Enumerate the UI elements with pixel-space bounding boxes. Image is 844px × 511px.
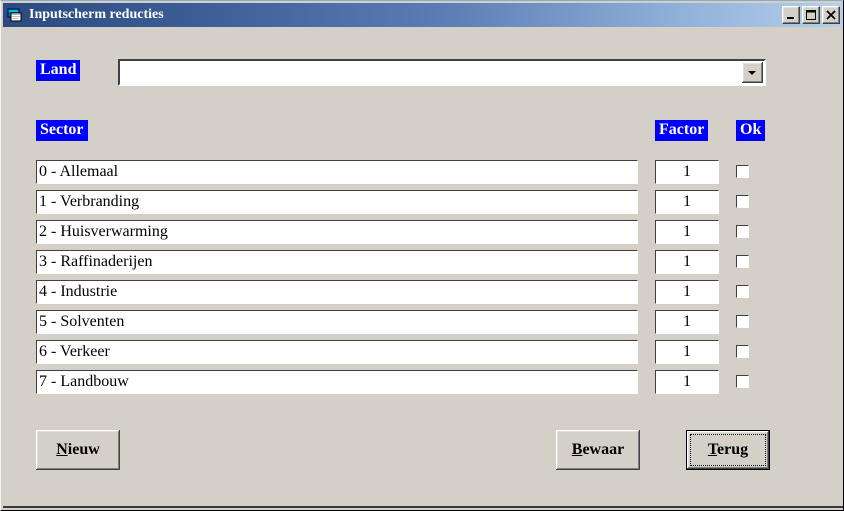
sector-input[interactable]: 6 - Verkeer — [36, 340, 638, 364]
table-row: 4 - Industrie 1 — [3, 280, 843, 304]
bewaar-button[interactable]: Bewaar — [556, 430, 640, 470]
ok-checkbox[interactable] — [736, 195, 749, 208]
minimize-button[interactable] — [782, 6, 800, 24]
factor-input[interactable]: 1 — [655, 160, 719, 184]
land-label: Land — [36, 60, 81, 81]
terug-button[interactable]: Terug — [686, 430, 770, 470]
nieuw-button[interactable]: Nieuw — [36, 430, 120, 470]
form-window-icon — [7, 8, 23, 23]
sector-input[interactable]: 2 - Huisverwarming — [36, 220, 638, 244]
ok-checkbox[interactable] — [736, 345, 749, 358]
bewaar-button-label: Bewaar — [571, 441, 625, 458]
table-row: 2 - Huisverwarming 1 — [3, 220, 843, 244]
sector-input[interactable]: 1 - Verbranding — [36, 190, 638, 214]
factor-input[interactable]: 1 — [655, 190, 719, 214]
maximize-icon — [806, 10, 816, 20]
application-window: Inputscherm reducties Land Sector Factor… — [0, 0, 844, 511]
factor-input[interactable]: 1 — [655, 220, 719, 244]
factor-input[interactable]: 1 — [655, 370, 719, 394]
factor-input[interactable]: 1 — [655, 310, 719, 334]
ok-checkbox[interactable] — [736, 375, 749, 388]
maximize-button[interactable] — [802, 6, 820, 24]
land-combobox[interactable] — [118, 59, 766, 86]
sector-input[interactable]: 7 - Landbouw — [36, 370, 638, 394]
sector-input[interactable]: 0 - Allemaal — [36, 160, 638, 184]
chevron-down-icon[interactable] — [742, 62, 763, 83]
sector-input[interactable]: 3 - Raffinaderijen — [36, 250, 638, 274]
ok-checkbox[interactable] — [736, 315, 749, 328]
form-client-area: Land Sector Factor Ok 0 - Allemaal 1 1 -… — [3, 27, 843, 508]
sector-column-header: Sector — [36, 120, 88, 141]
factor-input[interactable]: 1 — [655, 340, 719, 364]
table-row: 0 - Allemaal 1 — [3, 160, 843, 184]
factor-input[interactable]: 1 — [655, 250, 719, 274]
table-row: 6 - Verkeer 1 — [3, 340, 843, 364]
terug-button-label: Terug — [707, 441, 749, 458]
ok-checkbox[interactable] — [736, 165, 749, 178]
close-button[interactable] — [822, 6, 840, 24]
sector-input[interactable]: 5 - Solventen — [36, 310, 638, 334]
table-row: 5 - Solventen 1 — [3, 310, 843, 334]
minimize-icon — [787, 17, 794, 19]
window-title: Inputscherm reducties — [29, 7, 164, 22]
ok-checkbox[interactable] — [736, 255, 749, 268]
factor-input[interactable]: 1 — [655, 280, 719, 304]
sector-input[interactable]: 4 - Industrie — [36, 280, 638, 304]
caption-button-group — [782, 6, 840, 24]
close-icon — [826, 10, 836, 20]
title-bar[interactable]: Inputscherm reducties — [3, 3, 843, 27]
ok-checkbox[interactable] — [736, 225, 749, 238]
nieuw-button-label: Nieuw — [56, 441, 100, 458]
table-row: 1 - Verbranding 1 — [3, 190, 843, 214]
ok-checkbox[interactable] — [736, 285, 749, 298]
table-row: 3 - Raffinaderijen 1 — [3, 250, 843, 274]
ok-column-header: Ok — [736, 120, 766, 141]
table-row: 7 - Landbouw 1 — [3, 370, 843, 394]
factor-column-header: Factor — [655, 120, 709, 141]
